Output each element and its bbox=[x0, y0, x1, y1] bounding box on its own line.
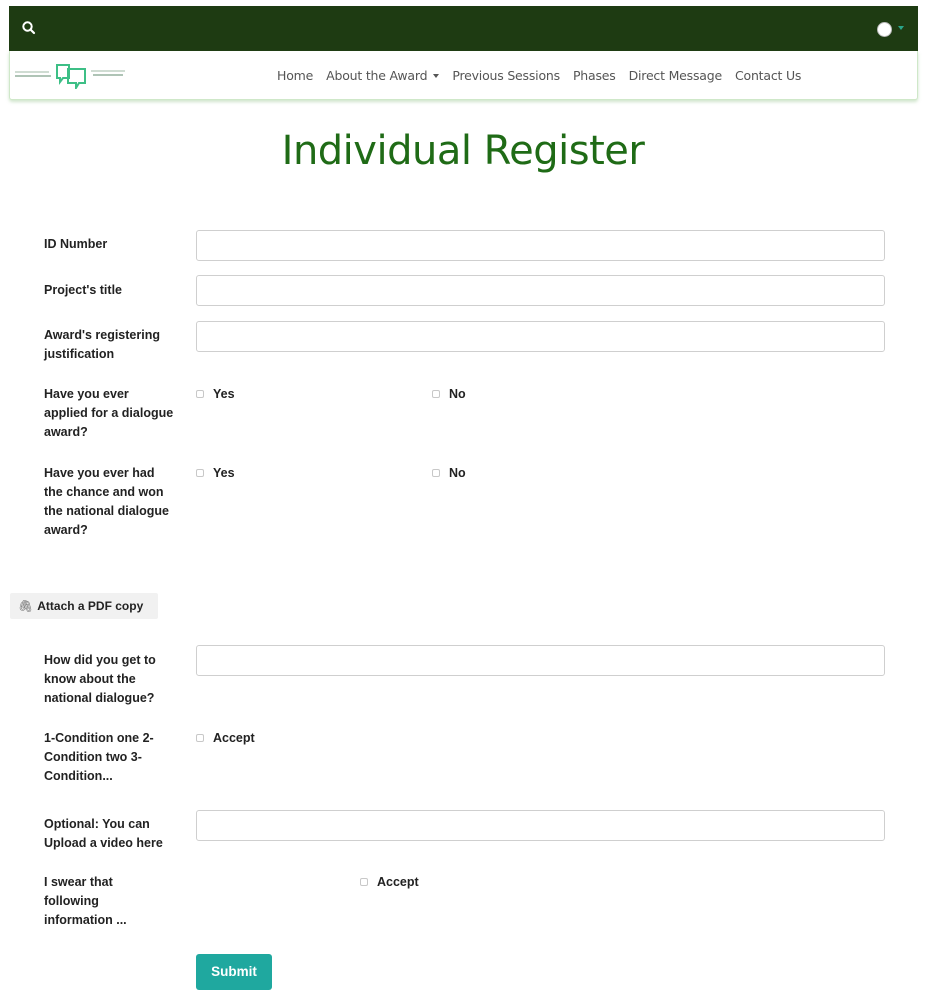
conditions-label: 1-Condition one 2-Condition two 3-Condit… bbox=[44, 731, 154, 783]
option-label: Accept bbox=[213, 731, 255, 745]
id-number-label: ID Number bbox=[44, 237, 108, 251]
justification-field[interactable] bbox=[196, 321, 885, 352]
option-label: No bbox=[449, 387, 466, 401]
won-label: Have you ever had the chance and won the… bbox=[44, 466, 170, 537]
page-title: Individual Register bbox=[281, 128, 645, 174]
know-about-field[interactable] bbox=[196, 645, 885, 676]
justification-label: Award's registering justification bbox=[44, 328, 160, 361]
conditions-accept-checkbox[interactable]: Accept bbox=[196, 729, 255, 748]
search-icon[interactable] bbox=[21, 20, 37, 36]
nav-item-previous-sessions[interactable]: Previous Sessions bbox=[452, 68, 560, 83]
attach-pdf-button[interactable]: 🖇 Attach a PDF copy bbox=[10, 593, 158, 619]
top-bar bbox=[9, 6, 918, 51]
video-label: Optional: You can Upload a video here bbox=[44, 817, 163, 850]
applied-no-option[interactable]: No bbox=[432, 385, 466, 404]
id-number-field[interactable] bbox=[196, 230, 885, 261]
applied-label: Have you ever applied for a dialogue awa… bbox=[44, 387, 174, 439]
chevron-down-icon[interactable] bbox=[898, 26, 904, 30]
applied-yes-option[interactable]: Yes bbox=[196, 385, 235, 404]
nav-item-phases[interactable]: Phases bbox=[573, 68, 616, 83]
option-label: No bbox=[449, 466, 466, 480]
radio-box[interactable] bbox=[432, 390, 440, 398]
project-title-field[interactable] bbox=[196, 275, 885, 306]
know-about-label: How did you get to know about the nation… bbox=[44, 653, 156, 705]
swear-accept-checkbox[interactable]: Accept bbox=[360, 873, 419, 892]
option-label: Yes bbox=[213, 387, 235, 401]
swear-label: I swear that following information ... bbox=[44, 875, 127, 927]
attach-label: Attach a PDF copy bbox=[37, 599, 144, 613]
chevron-down-icon bbox=[433, 74, 440, 78]
nav-item-contact-us[interactable]: Contact Us bbox=[735, 68, 801, 83]
checkbox-box[interactable] bbox=[196, 734, 204, 742]
nav-item-about-the-award[interactable]: About the Award bbox=[326, 68, 440, 83]
won-no-option[interactable]: No bbox=[432, 464, 466, 483]
main-navbar: Home About the Award Previous Sessions P… bbox=[9, 51, 918, 100]
radio-box[interactable] bbox=[196, 469, 204, 477]
national-dialogue-award-logo[interactable] bbox=[13, 59, 131, 89]
nav-item-home[interactable]: Home bbox=[277, 68, 313, 83]
nav-item-label: About the Award bbox=[326, 68, 428, 83]
option-label: Accept bbox=[377, 875, 419, 889]
paperclip-icon: 🖇 bbox=[18, 599, 34, 613]
won-yes-option[interactable]: Yes bbox=[196, 464, 235, 483]
nav-menu: Home About the Award Previous Sessions P… bbox=[277, 68, 814, 83]
video-upload-field[interactable] bbox=[196, 810, 885, 841]
checkbox-box[interactable] bbox=[360, 878, 368, 886]
user-avatar-icon[interactable] bbox=[877, 22, 892, 37]
option-label: Yes bbox=[213, 466, 235, 480]
project-title-label: Project's title bbox=[44, 283, 122, 297]
nav-item-direct-message[interactable]: Direct Message bbox=[629, 68, 723, 83]
radio-box[interactable] bbox=[432, 469, 440, 477]
radio-box[interactable] bbox=[196, 390, 204, 398]
submit-button[interactable]: Submit bbox=[196, 954, 272, 990]
